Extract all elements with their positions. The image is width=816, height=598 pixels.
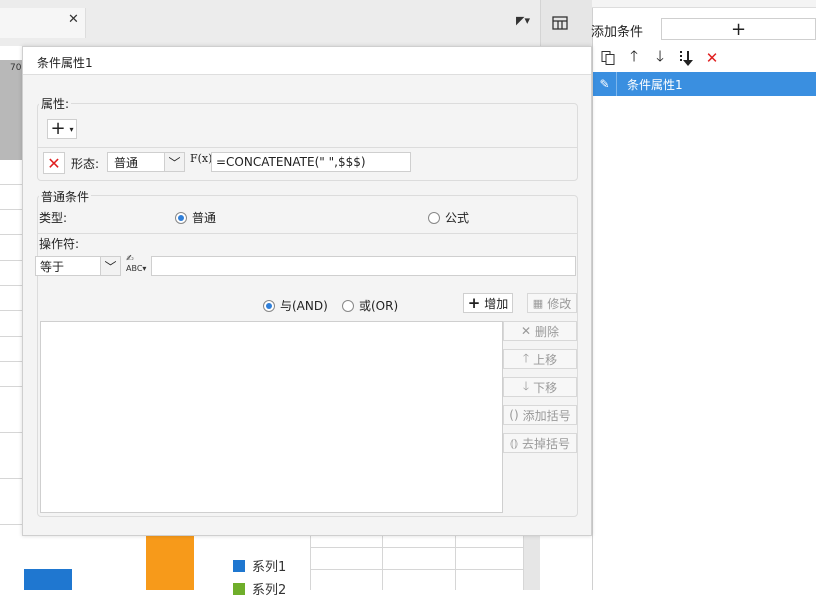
legend-label: 系列1 — [252, 560, 287, 575]
operator-value-input[interactable] — [151, 256, 576, 276]
edit-icon: ▦ — [532, 296, 544, 310]
condition-attribute-dialog: 条件属性1 属性: + ▾ ✕ 形态: 普通 ﹀ F(x) =CONCATENAT… — [22, 46, 592, 536]
delete-button-label: 删除 — [535, 324, 560, 339]
dialog-title: 条件属性1 — [37, 56, 93, 70]
operator-select[interactable]: 等于 ﹀ — [35, 256, 121, 276]
add-button-label: 增加 — [484, 296, 509, 311]
shape-select[interactable]: 普通 ﹀ — [107, 152, 185, 172]
and-label: 与(AND) — [280, 299, 328, 313]
bracket-icon: () — [509, 408, 519, 422]
add-condition-button[interactable]: + — [661, 18, 816, 40]
type-normal-radio[interactable]: 普通 — [175, 209, 216, 226]
arrow-down-icon[interactable]: 🡓 — [650, 47, 670, 68]
remove-property-button[interactable]: ✕ — [43, 152, 65, 174]
arrow-down-icon: 🡓 — [522, 378, 530, 393]
plus-icon: + — [467, 294, 481, 312]
move-bottom-icon[interactable] — [676, 48, 696, 68]
type-formula-label: 公式 — [445, 211, 470, 225]
close-icon: ✕ — [520, 324, 532, 338]
type-normal-label: 普通 — [192, 211, 217, 225]
pencil-icon: ✎ — [593, 72, 617, 96]
condition-list-toolbar: 🡑 🡓 ✕ — [592, 46, 816, 70]
sheet-grid — [310, 535, 524, 590]
or-label: 或(OR) — [359, 299, 399, 313]
remove-bracket-label: 去掉括号 — [521, 436, 570, 451]
close-icon[interactable]: ✕ — [68, 12, 79, 27]
table-properties-icon[interactable] — [552, 15, 568, 31]
ruler — [0, 60, 22, 160]
sheet-column — [0, 160, 22, 540]
add-condition-label: 添加条件 — [591, 25, 644, 40]
condition-list-item[interactable]: ✎ 条件属性1 — [593, 72, 816, 96]
legend-item: 系列1 — [233, 556, 286, 575]
delete-button[interactable]: ✕ 删除 — [503, 321, 577, 341]
formula-icon[interactable]: F(x) — [190, 152, 212, 165]
move-down-button[interactable]: 🡓 下移 — [503, 377, 577, 397]
chevron-down-icon: ﹀ — [100, 257, 120, 275]
chart-bar-orange — [146, 536, 194, 590]
side-panel-header — [592, 0, 816, 8]
modify-button-label: 修改 — [547, 296, 572, 311]
chevron-down-icon: ﹀ — [164, 153, 184, 171]
operator-select-value: 等于 — [40, 259, 65, 274]
ruler-number: 70 — [10, 63, 22, 73]
value-type-icon[interactable]: ✍ ABC▾ — [126, 255, 148, 277]
chart-bar-series1 — [24, 569, 72, 590]
properties-group-title: 属性: — [39, 95, 72, 112]
arrow-up-icon: 🡑 — [522, 350, 530, 365]
plus-icon: + — [50, 118, 66, 139]
remove-bracket-icon: ⦅⦆ — [509, 435, 518, 450]
type-label: 类型: — [39, 211, 68, 225]
copy-icon[interactable] — [598, 48, 618, 68]
condition-list-box[interactable] — [40, 321, 503, 513]
formula-input[interactable]: =CONCATENATE(" ",$$$) — [211, 152, 411, 172]
legend-swatch — [233, 582, 245, 595]
divider — [37, 233, 578, 234]
move-down-label: 下移 — [533, 380, 558, 395]
remove-bracket-button[interactable]: ⦅⦆ 去掉括号 — [503, 433, 577, 453]
shape-label: 形态: — [71, 157, 100, 171]
add-bracket-label: 添加括号 — [522, 408, 571, 423]
modify-button[interactable]: ▦ 修改 — [527, 293, 577, 313]
condition-item-label: 条件属性1 — [627, 77, 683, 92]
or-radio[interactable]: 或(OR) — [342, 297, 398, 314]
delete-icon: ✕ — [47, 153, 61, 173]
delete-icon[interactable]: ✕ — [702, 48, 722, 68]
chevron-down-icon: ▾ — [69, 124, 74, 134]
add-bracket-button[interactable]: () 添加括号 — [503, 405, 577, 425]
add-button[interactable]: + 增加 — [463, 293, 513, 313]
and-radio[interactable]: 与(AND) — [263, 297, 328, 314]
sheet-edge — [524, 530, 540, 590]
legend-item: 系列2 — [233, 579, 286, 598]
dropdown-menu-icon[interactable]: ◤▾ — [516, 14, 530, 27]
legend-label: 系列2 — [252, 583, 287, 598]
legend-swatch — [233, 559, 245, 572]
shape-select-value: 普通 — [114, 155, 139, 170]
arrow-up-icon[interactable]: 🡑 — [624, 47, 644, 68]
operator-label: 操作符: — [39, 237, 80, 251]
add-property-button[interactable]: + ▾ — [47, 119, 77, 139]
move-up-button[interactable]: 🡑 上移 — [503, 349, 577, 369]
type-formula-radio[interactable]: 公式 — [428, 209, 469, 226]
formula-icon-label: F(x) — [190, 152, 213, 165]
dialog-titlebar — [23, 47, 591, 75]
normal-condition-title: 普通条件 — [39, 188, 92, 205]
move-up-label: 上移 — [533, 352, 558, 367]
